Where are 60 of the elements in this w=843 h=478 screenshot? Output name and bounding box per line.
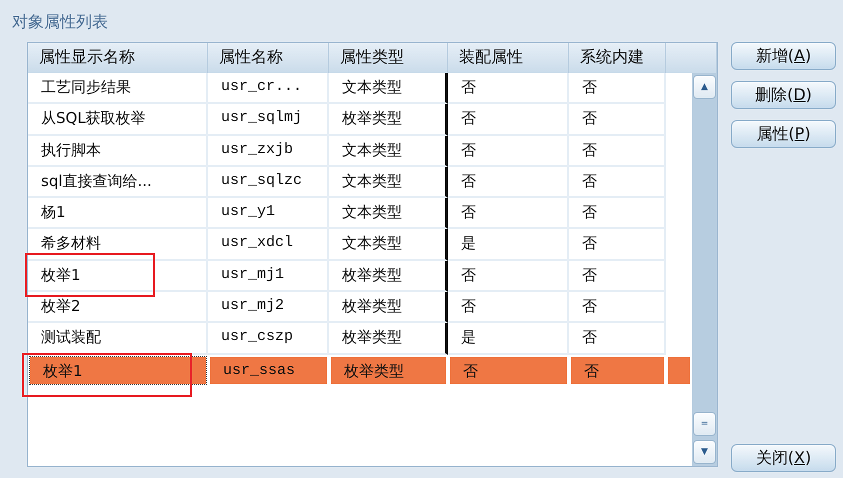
table-cell[interactable]: 否 (448, 136, 569, 167)
table-cell[interactable]: 枚举2 (28, 292, 208, 324)
action-button[interactable]: 属性(P) (731, 120, 836, 148)
table-cell[interactable]: 枚举类型 (329, 354, 448, 386)
scrollbar[interactable]: ▲ = ▼ (692, 73, 717, 466)
scroll-up-button[interactable]: ▲ (693, 75, 716, 99)
table-cell[interactable]: usr_ssas (208, 354, 329, 386)
table-cell[interactable]: 否 (569, 73, 666, 104)
table-cell[interactable]: usr_zxjb (208, 136, 329, 167)
table-cell[interactable]: usr_xdcl (208, 229, 329, 261)
scroll-thumb[interactable]: = (693, 412, 716, 436)
table-cell[interactable]: 否 (448, 166, 569, 198)
table-cell[interactable]: 否 (448, 73, 569, 104)
table-cell[interactable]: 否 (569, 229, 666, 261)
table-cell[interactable]: 枚举类型 (329, 260, 448, 292)
table-cell[interactable]: 否 (448, 292, 569, 324)
table-cell[interactable]: usr_mj2 (208, 292, 329, 324)
table-cell[interactable]: 枚举类型 (329, 292, 448, 324)
action-button[interactable]: 新增(A) (731, 42, 836, 70)
table-cell[interactable]: 否 (569, 136, 666, 167)
table-cell[interactable]: 枚举1 (28, 260, 208, 292)
table-cell[interactable]: 文本类型 (329, 229, 448, 261)
table-cell[interactable]: 否 (448, 354, 569, 386)
table-cell[interactable]: 文本类型 (329, 73, 448, 104)
table-cell[interactable]: 文本类型 (329, 166, 448, 198)
table-cell[interactable]: 枚举1 (28, 354, 208, 386)
table-cell[interactable]: 希多材料 (28, 229, 208, 261)
table-cell[interactable]: 否 (448, 104, 569, 136)
table-cell[interactable] (666, 354, 692, 386)
table-cell[interactable]: 否 (448, 198, 569, 230)
column-header[interactable]: 属性类型 (329, 43, 448, 73)
table-cell[interactable]: 枚举类型 (329, 104, 448, 136)
action-button[interactable]: 删除(D) (731, 81, 836, 109)
column-header[interactable]: 装配属性 (448, 43, 569, 73)
table-cell[interactable]: 否 (569, 292, 666, 324)
table-cell[interactable]: 是 (448, 229, 569, 261)
table-cell[interactable]: 否 (569, 198, 666, 230)
table-cell[interactable]: 执行脚本 (28, 136, 208, 167)
table-cell[interactable]: usr_mj1 (208, 260, 329, 292)
table-cell[interactable]: sql直接查询给... (28, 166, 208, 198)
table-cell[interactable]: 否 (448, 260, 569, 292)
table-cell[interactable]: usr_y1 (208, 198, 329, 230)
column-header[interactable]: 属性名称 (208, 43, 329, 73)
column-header[interactable]: 属性显示名称 (28, 43, 208, 73)
table-cell[interactable]: 杨1 (28, 198, 208, 230)
table-cell[interactable]: usr_sqlmj (208, 104, 329, 136)
table-cell[interactable]: 否 (569, 260, 666, 292)
table-cell[interactable]: 否 (569, 166, 666, 198)
section-title: 对象属性列表 (12, 11, 109, 33)
table-cell[interactable]: 否 (569, 104, 666, 136)
table-cell[interactable]: 否 (569, 354, 666, 386)
table-cell[interactable]: 文本类型 (329, 136, 448, 167)
table-cell[interactable]: usr_cr... (208, 73, 329, 104)
action-button[interactable]: 关闭(X) (731, 444, 836, 472)
table-cell[interactable]: 文本类型 (329, 198, 448, 230)
table-cell[interactable]: usr_sqlzc (208, 166, 329, 198)
table-cell[interactable]: 工艺同步结果 (28, 73, 208, 104)
column-header[interactable]: 系统内建 (569, 43, 666, 73)
table-cell[interactable]: 从SQL获取枚举 (28, 104, 208, 136)
scroll-down-button[interactable]: ▼ (693, 440, 716, 464)
